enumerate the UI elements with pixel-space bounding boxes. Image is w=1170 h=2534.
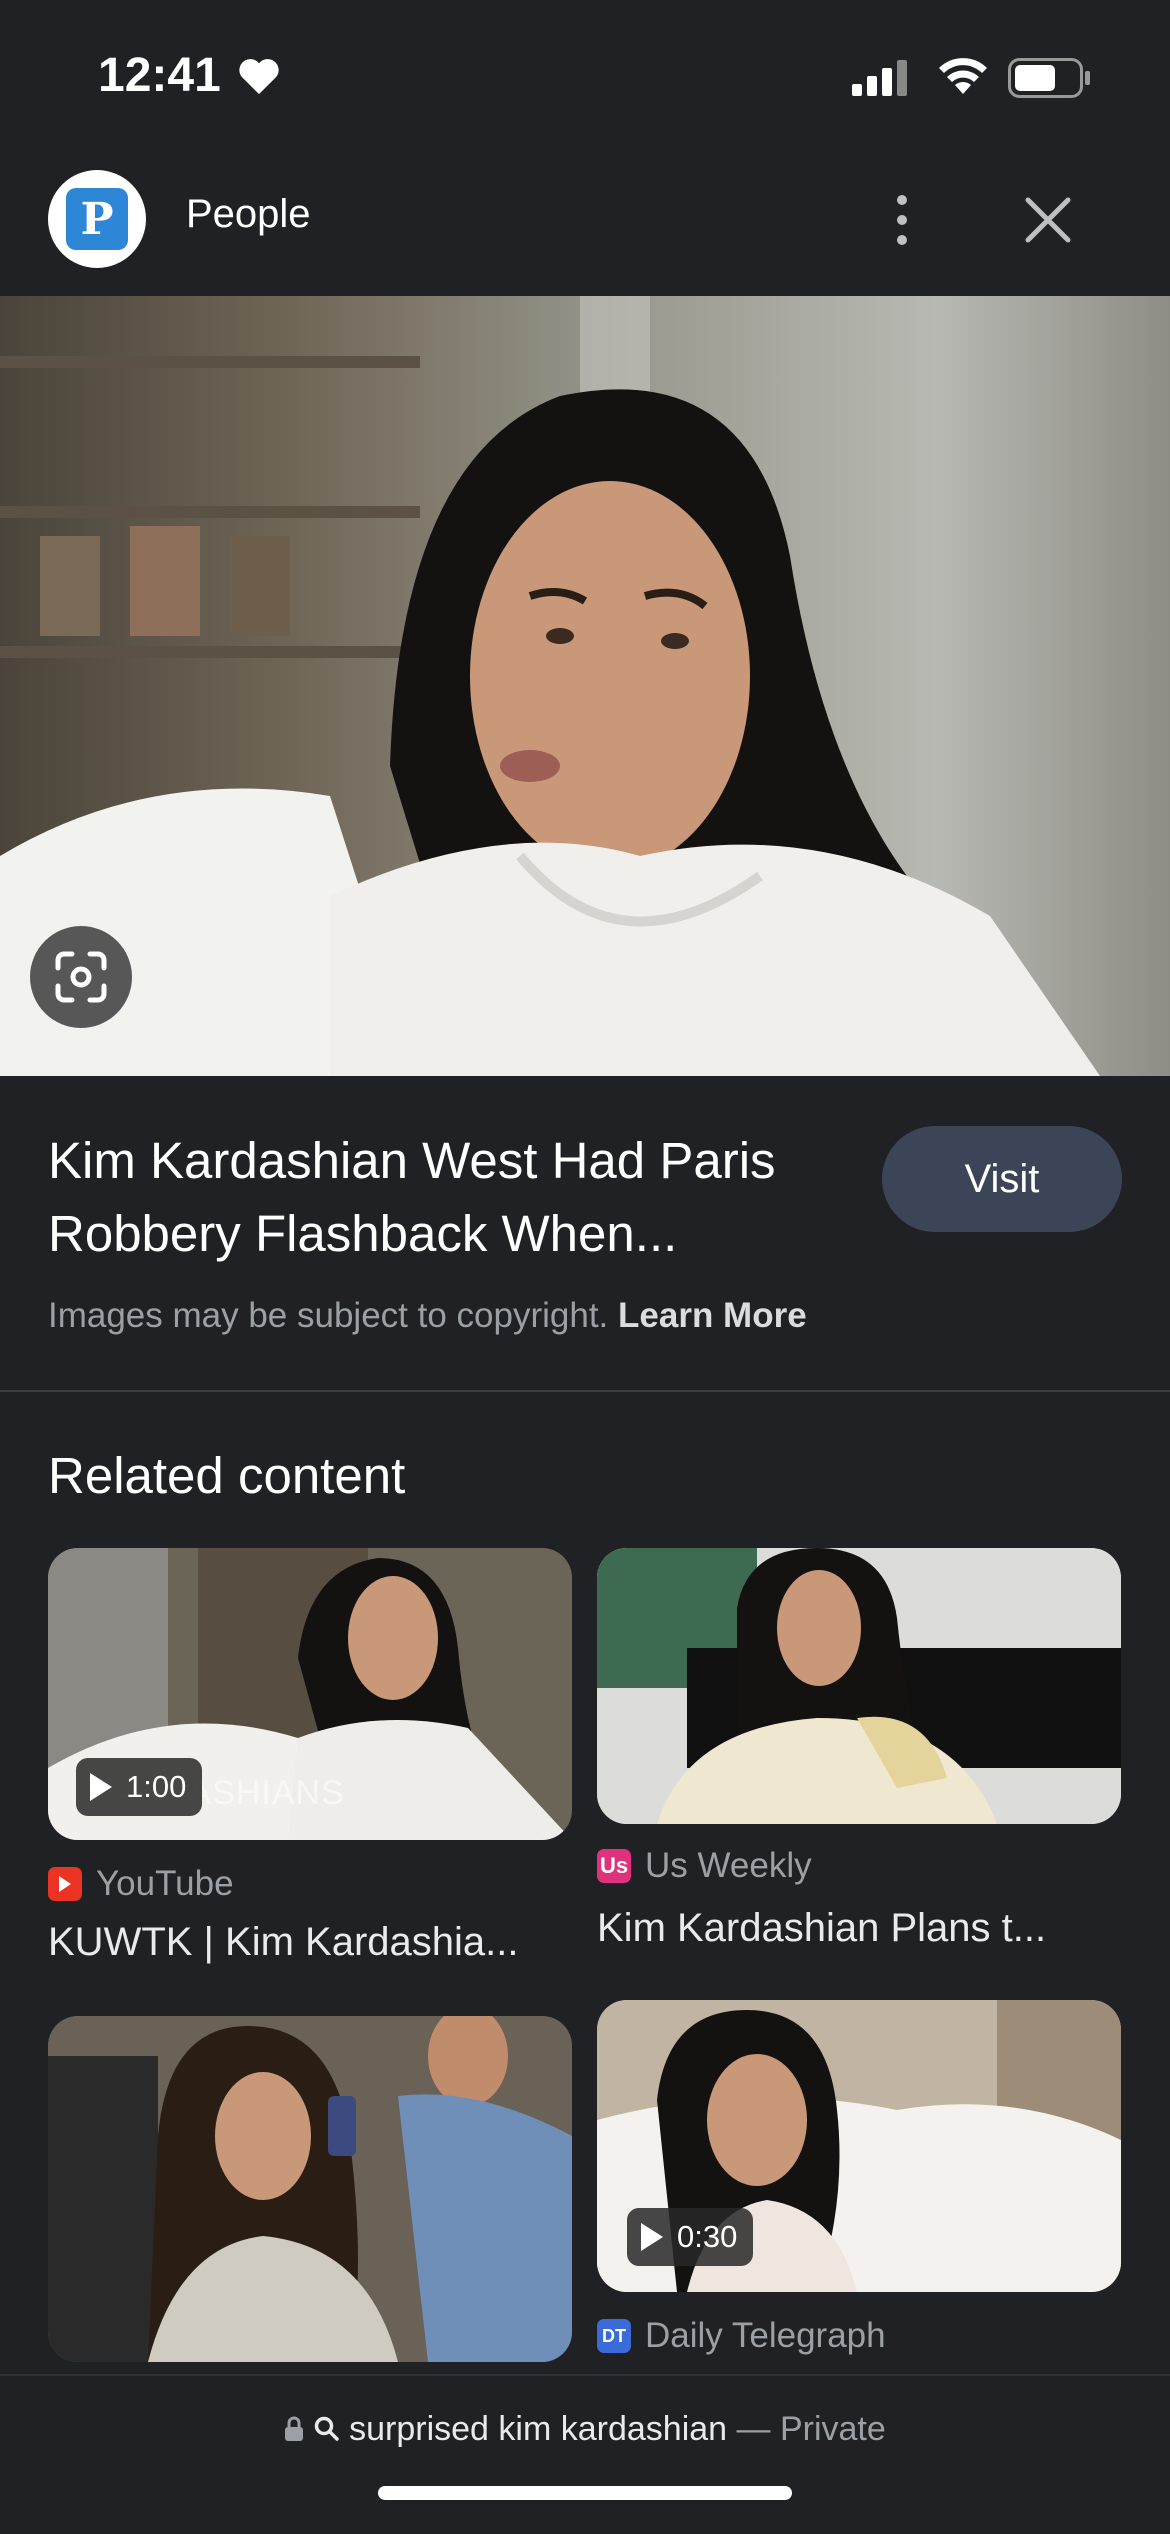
related-content-heading: Related content xyxy=(48,1447,406,1504)
status-time: 12:41 xyxy=(98,49,221,102)
divider xyxy=(0,1390,1170,1392)
visit-button[interactable]: Visit xyxy=(882,1126,1122,1232)
card-source: DT Daily Telegraph xyxy=(597,2316,886,2356)
result-title[interactable]: Kim Kardashian West Had Paris Robbery Fl… xyxy=(48,1124,848,1270)
related-card-thumbnail[interactable] xyxy=(48,2016,572,2362)
battery-icon xyxy=(1008,58,1090,98)
close-icon[interactable] xyxy=(1020,192,1076,248)
daily-telegraph-icon: DT xyxy=(597,2319,631,2353)
search-query-bar[interactable]: surprised kim kardashian — Private xyxy=(0,2410,1170,2449)
home-indicator[interactable] xyxy=(378,2486,792,2500)
copyright-notice: Images may be subject to copyright. Lear… xyxy=(48,1296,807,1336)
video-duration-badge: 0:30 xyxy=(627,2208,754,2266)
related-card-thumbnail[interactable] xyxy=(597,1548,1121,1824)
video-duration: 0:30 xyxy=(677,2219,738,2254)
search-query: surprised kim kardashian xyxy=(349,2410,728,2448)
video-duration: 1:00 xyxy=(126,1769,187,1804)
card-source: Us Us Weekly xyxy=(597,1846,812,1886)
result-image[interactable] xyxy=(0,296,1170,1076)
card-source-name: Daily Telegraph xyxy=(645,2316,886,2355)
card-title[interactable]: KUWTK | Kim Kardashia... xyxy=(48,1920,519,1965)
us-weekly-icon: Us xyxy=(597,1849,631,1883)
bottom-search-bar xyxy=(0,2374,1170,2534)
card-source: YouTube xyxy=(48,1864,234,1904)
youtube-icon xyxy=(48,1867,82,1901)
related-image xyxy=(597,1548,1121,1824)
private-label: — Private xyxy=(736,2410,886,2448)
copyright-text: Images may be subject to copyright. xyxy=(48,1296,609,1335)
google-lens-button[interactable] xyxy=(30,926,132,1028)
heart-icon xyxy=(239,59,279,95)
wifi-icon xyxy=(939,58,987,94)
source-name[interactable]: People xyxy=(186,192,311,237)
people-logo-icon: P xyxy=(66,188,128,250)
lock-icon xyxy=(285,2416,304,2441)
play-icon xyxy=(641,2223,663,2251)
lens-scan-icon xyxy=(55,951,107,1003)
video-duration-badge: 1:00 xyxy=(76,1758,203,1816)
card-source-name: Us Weekly xyxy=(645,1846,812,1885)
card-source-name: YouTube xyxy=(96,1864,234,1903)
cellular-signal-icon xyxy=(852,60,907,96)
related-card-thumbnail[interactable]: 0:30 xyxy=(597,2000,1121,2292)
card-title[interactable]: Kim Kardashian Plans t... xyxy=(597,1906,1046,1951)
related-image xyxy=(48,2016,572,2362)
search-icon xyxy=(314,2416,339,2441)
woman-portrait-image xyxy=(0,296,1100,1076)
source-avatar[interactable]: P xyxy=(48,170,146,268)
play-icon xyxy=(90,1773,112,1801)
learn-more-link[interactable]: Learn More xyxy=(618,1296,807,1335)
related-card-thumbnail[interactable]: KARDASHIANS 1:00 xyxy=(48,1548,572,1840)
more-options-icon[interactable] xyxy=(888,192,916,248)
